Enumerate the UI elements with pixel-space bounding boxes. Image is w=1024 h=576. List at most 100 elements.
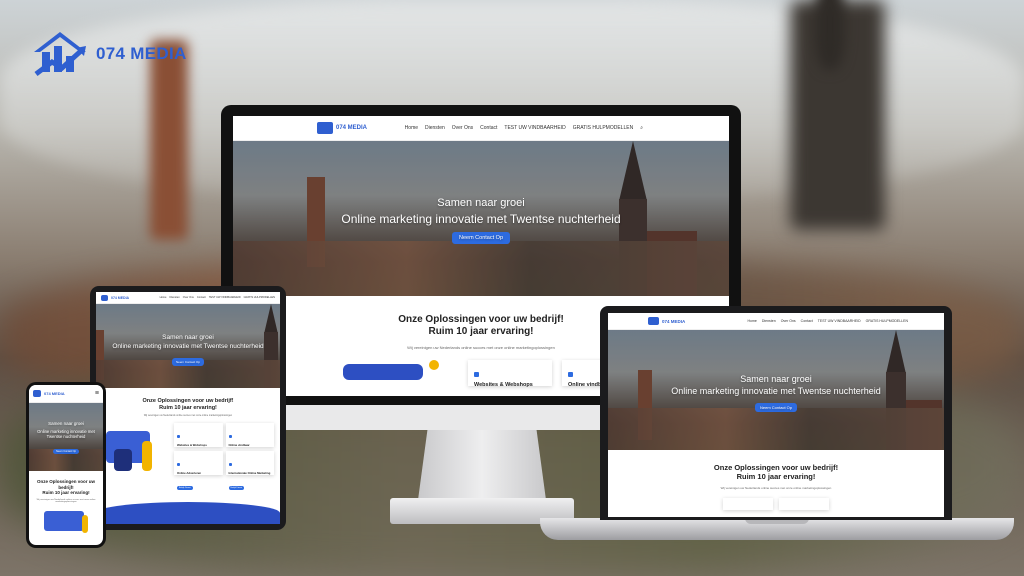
hero-heading-1: Samen naar groei [48, 421, 84, 426]
solutions-illustration [102, 423, 170, 475]
solution-cards [608, 498, 944, 510]
site-logo-text: 074 MEDIA [662, 318, 686, 324]
hero-heading-2: Online marketing innovatie met Twentse n… [671, 386, 881, 396]
card-button[interactable]: Bekijk Dienst [177, 485, 193, 490]
menu-item-gratis[interactable]: GRATIS HULPMODELLEN [573, 125, 633, 131]
globe-icon [228, 462, 232, 466]
menu-item-home[interactable]: Home [748, 319, 757, 323]
site-navbar: 074 MEDIA Home Diensten Over Ons Contact… [608, 313, 944, 330]
illustration-screen [343, 364, 423, 380]
cart-icon [474, 372, 479, 377]
card-websites[interactable]: Websites & Webshops [468, 360, 552, 388]
hero-copy: Samen naar groei Online marketing innova… [608, 374, 944, 414]
site-menu: Home Diensten Over Ons Contact TEST UW V… [160, 296, 275, 299]
menu-item-diensten[interactable]: Diensten [762, 319, 776, 323]
megaphone-icon [177, 462, 180, 466]
section-title-2: Ruim 10 jaar ervaring! [159, 404, 217, 411]
solutions-section: Onze Oplossingen voor uw bedrijf! Ruim 1… [29, 471, 103, 533]
menu-item-contact[interactable]: Contact [197, 296, 206, 299]
card-title: Online vindbaar [228, 443, 250, 447]
card-title: Websites & Webshops [474, 382, 533, 388]
menu-item-contact[interactable]: Contact [480, 125, 497, 131]
background-spire [815, 0, 845, 70]
illustration-screen [44, 510, 84, 531]
menu-item-over-ons[interactable]: Over Ons [183, 296, 194, 299]
section-wave [96, 502, 280, 524]
illustration-person-2 [114, 449, 132, 471]
card-title: Online Adverteren [177, 470, 202, 475]
illustration-coin [429, 360, 439, 370]
menu-item-home[interactable]: Home [405, 125, 418, 131]
site-logo[interactable]: 074 MEDIA [648, 317, 685, 325]
hamburger-menu-icon[interactable]: ≡ [95, 390, 99, 397]
illustration-person [82, 514, 88, 533]
site-logo-text: 074 MEDIA [336, 125, 368, 131]
site-navbar: 074 MEDIA ≡ [29, 385, 103, 403]
hero-copy: Samen naar groei Online marketing innova… [29, 421, 103, 457]
card-title: Websites & Webshops [177, 443, 207, 447]
card-online-vindbaar[interactable]: Online vindbaar Bekijk Dienst [225, 423, 274, 462]
site-hero: Samen naar groei Online marketing innova… [233, 141, 729, 296]
section-text: Wij vereinigen uw Nederlands online succ… [720, 486, 832, 490]
menu-item-over-ons[interactable]: Over Ons [452, 125, 473, 131]
search-icon [568, 372, 573, 377]
hero-contact-button[interactable]: Neem Contact Op [52, 449, 79, 454]
hero-contact-button[interactable]: Neem Contact Op [171, 358, 204, 366]
menu-item-test[interactable]: TEST UW VINDBAARHEID [209, 296, 241, 299]
search-icon[interactable]: ⌕ [640, 125, 643, 131]
tablet-website: 074 MEDIA Home Diensten Over Ons Contact… [96, 292, 280, 524]
building-chart-icon [33, 390, 41, 397]
section-text: Wij vereinigen uw Nederlands online succ… [36, 498, 96, 503]
tablet-device: 074 MEDIA Home Diensten Over Ons Contact… [90, 286, 286, 530]
site-logo[interactable]: 074 MEDIA [33, 390, 65, 397]
menu-item-gratis[interactable]: GRATIS HULPMODELLEN [866, 319, 908, 323]
card-websites[interactable] [723, 498, 773, 510]
hero-heading-1: Samen naar groei [740, 374, 812, 384]
menu-item-diensten[interactable]: Diensten [425, 125, 445, 131]
building-chart-icon [317, 122, 333, 134]
hero-heading-1: Samen naar groei [162, 334, 214, 341]
menu-item-test[interactable]: TEST UW VINDBAARHEID [504, 125, 565, 131]
card-websites[interactable]: Websites & Webshops Bekijk Dienst [174, 423, 223, 462]
building-chart-icon [101, 294, 108, 301]
card-grid: Websites & Webshops Bekijk Dienst Online… [174, 423, 274, 490]
brand-logo: 074 MEDIA [30, 28, 187, 80]
phone-website: 074 MEDIA ≡ Samen naar groei Online mark… [29, 385, 103, 545]
site-logo-text: 074 MEDIA [44, 391, 65, 396]
menu-item-home[interactable]: Home [160, 296, 167, 299]
brand-name: 074 MEDIA [96, 44, 187, 63]
site-logo[interactable]: 074 MEDIA [317, 122, 367, 134]
hero-contact-button[interactable]: Neem Contact Op [451, 232, 511, 244]
site-hero: Samen naar groei Online marketing innova… [96, 304, 280, 388]
site-menu: Home Diensten Over Ons Contact TEST UW V… [748, 319, 908, 323]
card-title: Internationale Online Marketing [228, 470, 271, 475]
laptop-device: 074 MEDIA Home Diensten Over Ons Contact… [600, 306, 952, 520]
menu-item-contact[interactable]: Contact [801, 319, 813, 323]
menu-item-over-ons[interactable]: Over Ons [781, 319, 796, 323]
hero-heading-2: Online marketing innovatie met Twentse n… [112, 343, 264, 350]
solutions-section: Onze Oplossingen voor uw bedrijf! Ruim 1… [96, 388, 280, 524]
building-chart-icon [648, 317, 659, 325]
section-title-1: Onze Oplossingen voor uw bedrijf! [713, 463, 839, 472]
menu-item-test[interactable]: TEST UW VINDBAARHEID [818, 319, 861, 323]
site-navbar: 074 MEDIA Home Diensten Over Ons Contact… [96, 292, 280, 304]
card-button[interactable]: Bekijk Dienst [228, 485, 245, 490]
card-online-vindbaar[interactable] [779, 498, 829, 510]
section-title-1: Onze Oplossingen voor uw bedrijf! [36, 479, 95, 490]
solutions-section: Onze Oplossingen voor uw bedrijf! Ruim 1… [608, 450, 944, 510]
site-navbar: 074 MEDIA Home Diensten Over Ons Contact… [233, 116, 729, 141]
section-title-2: Ruim 10 jaar ervaring! [42, 490, 90, 495]
menu-item-gratis[interactable]: GRATIS HULPMODELLEN [244, 296, 275, 299]
phone-device: 074 MEDIA ≡ Samen naar groei Online mark… [26, 382, 106, 548]
card-internationale[interactable]: Internationale Online Marketing Bekijk D… [225, 450, 274, 490]
site-logo-text: 074 MEDIA [111, 295, 130, 300]
hero-contact-button[interactable]: Neem Contact Op [754, 403, 797, 412]
site-logo[interactable]: 074 MEDIA [101, 294, 130, 301]
solutions-illustration [32, 507, 100, 533]
laptop-website: 074 MEDIA Home Diensten Over Ons Contact… [608, 313, 944, 517]
solutions-illustration [343, 360, 458, 380]
illustration-person [142, 441, 152, 471]
menu-item-diensten[interactable]: Diensten [170, 296, 180, 299]
card-online-adverteren[interactable]: Online Adverteren Bekijk Dienst [174, 450, 223, 490]
cart-icon [177, 435, 180, 438]
